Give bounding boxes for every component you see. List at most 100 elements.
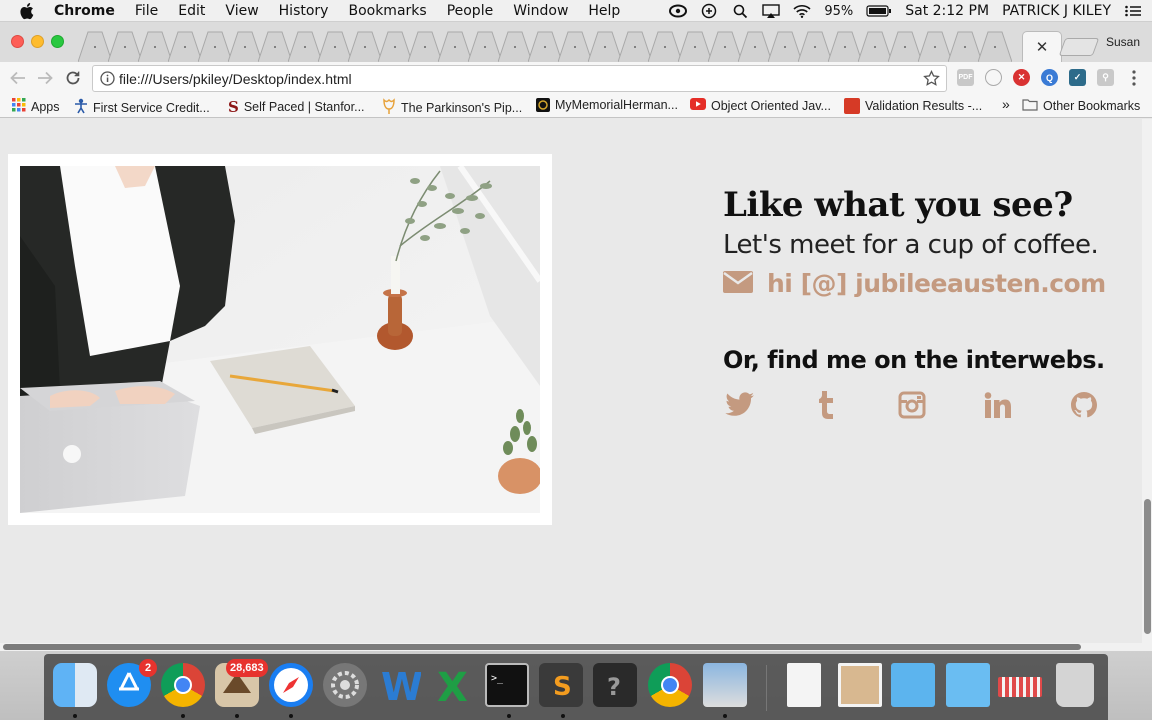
excel-icon[interactable]: X — [431, 663, 475, 711]
new-tab-button[interactable] — [1058, 38, 1100, 56]
browser-tab[interactable] — [108, 30, 142, 62]
sync-icon[interactable] — [700, 2, 718, 20]
menu-file[interactable]: File — [135, 3, 158, 19]
menu-people[interactable]: People — [447, 3, 494, 19]
browser-tab[interactable] — [258, 30, 292, 62]
archive-icon[interactable] — [998, 677, 1042, 697]
close-window-button[interactable] — [11, 35, 24, 48]
browser-tab[interactable] — [828, 30, 862, 62]
browser-tab[interactable] — [918, 30, 952, 62]
folder-icon-dock[interactable] — [891, 663, 935, 707]
browser-tab[interactable] — [438, 30, 472, 62]
extension-circle-icon[interactable] — [985, 69, 1002, 86]
terminal-icon[interactable]: >_ — [485, 663, 529, 707]
menu-edit[interactable]: Edit — [178, 3, 205, 19]
search-extension-icon[interactable]: Q — [1041, 69, 1058, 86]
battery-icon[interactable] — [866, 2, 892, 20]
browser-tab[interactable] — [348, 30, 382, 62]
browser-tab[interactable] — [588, 30, 622, 62]
browser-tab[interactable] — [138, 30, 172, 62]
sublime-text-icon[interactable]: S — [539, 663, 583, 707]
github-icon[interactable] — [1067, 388, 1101, 422]
browser-tab[interactable] — [678, 30, 712, 62]
profile-name[interactable]: Susan — [1106, 35, 1140, 49]
chrome-menu-icon[interactable] — [1124, 68, 1144, 88]
browser-tab[interactable] — [198, 30, 232, 62]
xml-document-icon[interactable] — [787, 663, 821, 707]
browser-tab[interactable] — [378, 30, 412, 62]
chrome-icon[interactable] — [161, 663, 205, 707]
unknown-app-icon[interactable]: ? — [593, 663, 637, 707]
browser-tab[interactable] — [528, 30, 562, 62]
browser-tab[interactable] — [858, 30, 892, 62]
browser-tab[interactable] — [288, 30, 322, 62]
address-bar[interactable]: file:///Users/pkiley/Desktop/index.html — [92, 65, 947, 92]
browser-tab[interactable] — [768, 30, 802, 62]
browser-tab[interactable] — [468, 30, 502, 62]
bookmark-star-icon[interactable] — [923, 69, 940, 90]
browser-tab[interactable] — [978, 30, 1012, 62]
menu-window[interactable]: Window — [513, 3, 568, 19]
browser-tab[interactable] — [648, 30, 682, 62]
finder-icon[interactable] — [53, 663, 97, 707]
zoom-extension-icon[interactable]: ⚲ — [1097, 69, 1114, 86]
horizontal-scrollbar[interactable] — [0, 643, 1152, 651]
browser-tab[interactable] — [558, 30, 592, 62]
vertical-scroll-thumb[interactable] — [1144, 499, 1151, 634]
safari-icon[interactable] — [269, 663, 313, 707]
bookmark-validation[interactable]: Validation Results -... — [844, 98, 982, 114]
spotlight-search-icon[interactable] — [731, 2, 749, 20]
browser-tab[interactable] — [168, 30, 202, 62]
notification-center-icon[interactable] — [1124, 2, 1142, 20]
browser-tab[interactable] — [408, 30, 442, 62]
system-preferences-icon[interactable] — [323, 663, 367, 707]
bookmark-other[interactable]: Other Bookmarks — [1022, 98, 1140, 114]
pdf-extension-icon[interactable]: PDF — [957, 69, 974, 86]
tumblr-icon[interactable] — [809, 388, 843, 422]
browser-tab[interactable] — [318, 30, 352, 62]
zoom-window-button[interactable] — [51, 35, 64, 48]
vertical-scrollbar[interactable] — [1142, 119, 1152, 643]
chrome-canary-icon[interactable] — [648, 663, 692, 707]
menu-help[interactable]: Help — [588, 3, 620, 19]
url-text[interactable]: file:///Users/pkiley/Desktop/index.html — [119, 71, 352, 87]
browser-tab[interactable] — [498, 30, 532, 62]
grammar-extension-icon[interactable]: ✓ — [1069, 69, 1086, 86]
apple-menu-icon[interactable] — [18, 1, 38, 21]
photo-stack-icon[interactable] — [838, 663, 882, 707]
info-icon[interactable] — [100, 71, 115, 89]
back-button[interactable] — [8, 68, 28, 88]
forward-button[interactable] — [35, 68, 55, 88]
bookmark-oo-java[interactable]: Object Oriented Jav... — [690, 98, 831, 113]
menu-history[interactable]: History — [279, 3, 329, 19]
twitter-icon[interactable] — [723, 388, 757, 422]
bookmark-parkinsons[interactable]: The Parkinson's Pip... — [382, 98, 522, 117]
user-name[interactable]: PATRICK J KILEY — [1002, 3, 1111, 19]
instagram-icon[interactable] — [895, 388, 929, 422]
browser-tab[interactable] — [708, 30, 742, 62]
menu-bookmarks[interactable]: Bookmarks — [348, 3, 426, 19]
horizontal-scroll-thumb[interactable] — [3, 644, 1081, 650]
bookmark-first-service[interactable]: First Service Credit... — [74, 98, 210, 117]
active-tab[interactable]: ✕ — [1022, 31, 1062, 62]
preview-icon[interactable] — [703, 663, 747, 707]
browser-tab[interactable] — [948, 30, 982, 62]
reload-button[interactable] — [63, 68, 83, 88]
creative-cloud-icon[interactable] — [669, 2, 688, 20]
tab-close-icon[interactable]: ✕ — [1036, 38, 1049, 56]
linkedin-icon[interactable] — [981, 388, 1015, 422]
clock[interactable]: Sat 2:12 PM — [905, 3, 989, 19]
bookmark-apps[interactable]: Apps — [12, 98, 60, 115]
bookmark-stanford[interactable]: S Self Paced | Stanfor... — [228, 98, 365, 116]
menu-view[interactable]: View — [225, 3, 258, 19]
menu-app-name[interactable]: Chrome — [54, 3, 115, 19]
bookmarks-overflow-button[interactable]: » — [1002, 96, 1010, 112]
minimize-window-button[interactable] — [31, 35, 44, 48]
email-address[interactable]: hi [@] jubileeausten.com — [767, 269, 1106, 298]
browser-tab[interactable] — [888, 30, 922, 62]
browser-tab[interactable] — [738, 30, 772, 62]
trash-icon[interactable] — [1056, 663, 1094, 707]
airplay-icon[interactable] — [762, 2, 781, 20]
browser-tab[interactable] — [798, 30, 832, 62]
browser-tab[interactable] — [78, 30, 112, 62]
